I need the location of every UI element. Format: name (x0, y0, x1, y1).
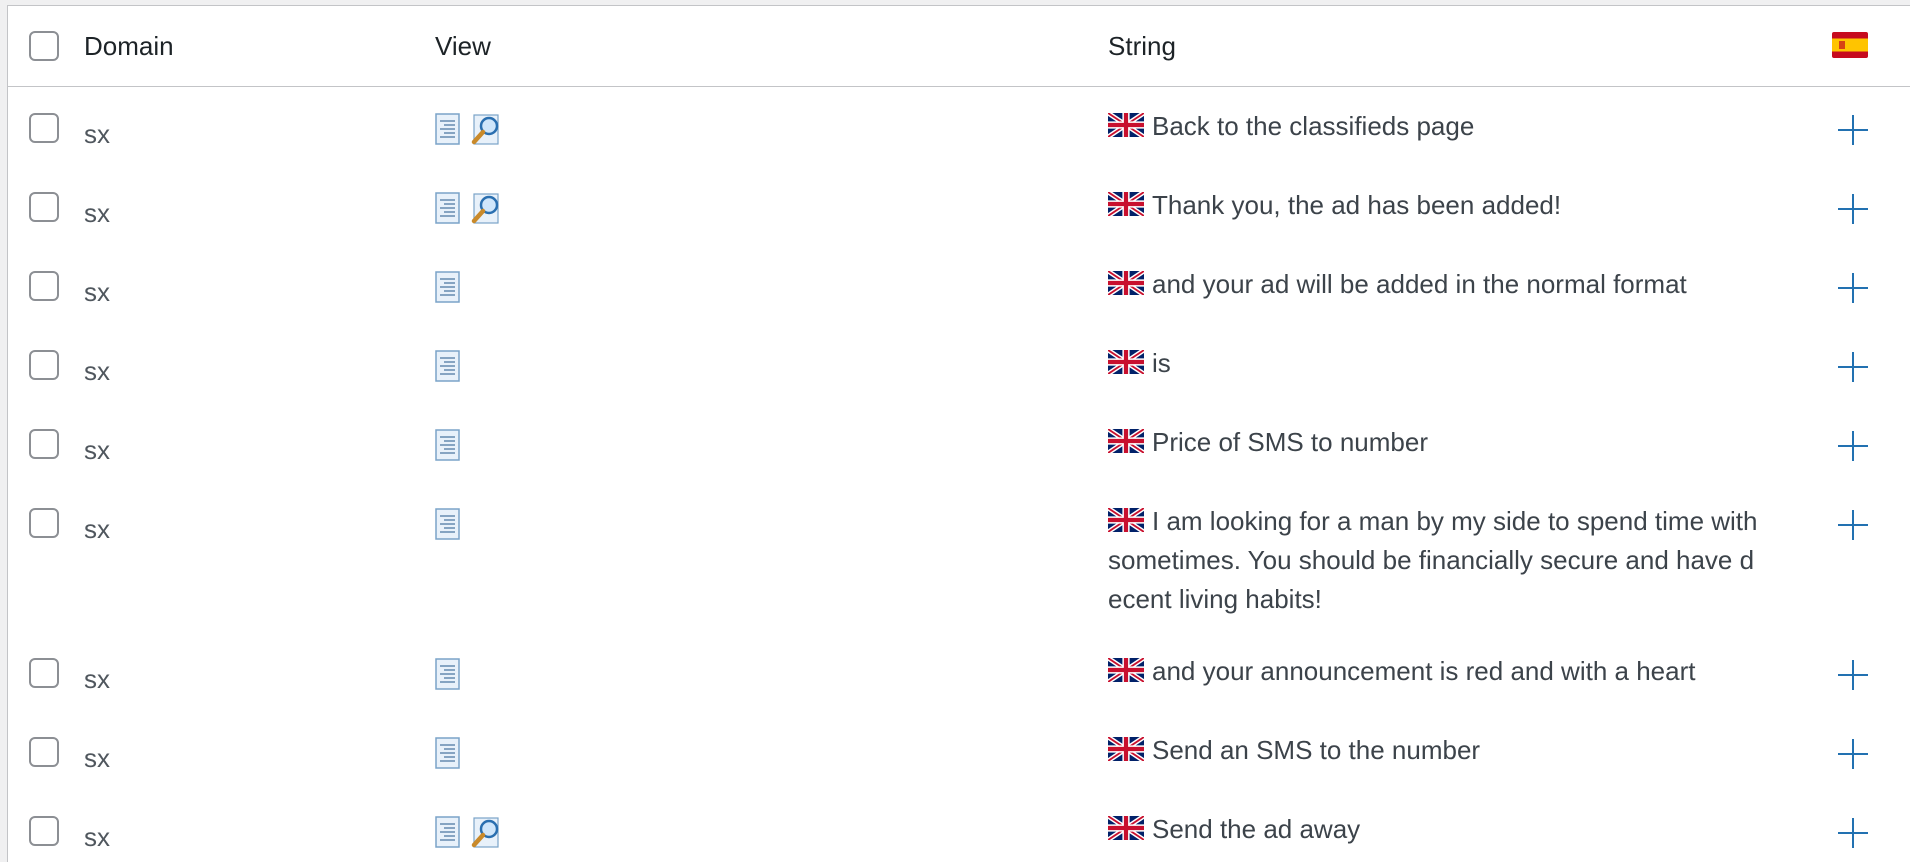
flag-uk-icon (1108, 816, 1144, 840)
table-row: sx Send an SMS to the number (8, 711, 1910, 790)
flag-uk-icon (1108, 658, 1144, 682)
view-cell (435, 711, 1108, 770)
view-column-header: View (435, 30, 491, 61)
view-cell (435, 87, 1108, 146)
add-translation-button[interactable] (1836, 508, 1870, 542)
document-icon[interactable] (435, 658, 461, 691)
view-cell (435, 245, 1108, 304)
table-row: sx is (8, 324, 1910, 403)
flag-uk-icon (1108, 508, 1144, 532)
table-row: sx Price of SMS to number (8, 403, 1910, 482)
row-checkbox[interactable] (29, 508, 59, 538)
add-translation-button[interactable] (1836, 113, 1870, 147)
flag-uk-icon (1108, 113, 1144, 137)
domain-cell: sx (84, 277, 110, 307)
domain-cell: sx (84, 664, 110, 694)
flag-uk-icon (1108, 429, 1144, 453)
table-body: sx Back to the classifieds page sx Thank yo… (8, 87, 1910, 862)
add-translation-button[interactable] (1836, 350, 1870, 384)
add-translation-button[interactable] (1836, 271, 1870, 305)
string-cell: Back to the classifieds page (1108, 87, 1798, 146)
table-row: sx Thank you, the ad has been added! (8, 166, 1910, 245)
document-icon[interactable] (435, 113, 461, 146)
add-translation-button[interactable] (1836, 737, 1870, 771)
add-translation-button[interactable] (1836, 429, 1870, 463)
domain-cell: sx (84, 435, 110, 465)
source-string: Back to the classifieds page (1152, 111, 1475, 141)
source-string: I am looking for a man by my side to spe… (1108, 506, 1758, 614)
table-row: sx and your announcement is red and with … (8, 632, 1910, 711)
flag-uk-icon (1108, 192, 1144, 216)
view-cell (435, 790, 1108, 849)
add-translation-button[interactable] (1836, 658, 1870, 692)
string-cell: Price of SMS to number (1108, 403, 1798, 462)
string-cell: I am looking for a man by my side to spe… (1108, 482, 1798, 619)
source-string: Send an SMS to the number (1152, 735, 1481, 765)
document-icon[interactable] (435, 271, 461, 304)
string-column-header[interactable]: String (1108, 27, 1798, 66)
document-icon[interactable] (435, 508, 461, 541)
magnifier-icon[interactable] (470, 192, 502, 225)
document-icon[interactable] (435, 350, 461, 383)
domain-cell: sx (84, 198, 110, 228)
source-string: and your ad will be added in the normal … (1152, 269, 1687, 299)
magnifier-icon[interactable] (470, 113, 502, 146)
row-checkbox[interactable] (29, 429, 59, 459)
flag-uk-icon (1108, 737, 1144, 761)
flag-es-icon (1832, 32, 1868, 58)
view-cell (435, 482, 1108, 541)
table-row: sx Back to the classifieds page (8, 87, 1910, 166)
row-checkbox[interactable] (29, 350, 59, 380)
add-translation-button[interactable] (1836, 816, 1870, 850)
source-string: Send the ad away (1152, 814, 1361, 844)
string-cell: and your ad will be added in the normal … (1108, 245, 1798, 304)
view-cell (435, 166, 1108, 225)
source-string: Price of SMS to number (1152, 427, 1428, 457)
string-cell: is (1108, 324, 1798, 383)
view-cell (435, 403, 1108, 462)
flag-uk-icon (1108, 271, 1144, 295)
domain-cell: sx (84, 743, 110, 773)
document-icon[interactable] (435, 816, 461, 849)
table-row: sx Send the ad away (8, 790, 1910, 862)
table-row: sx I am looking for a man by my side to s… (8, 482, 1910, 632)
document-icon[interactable] (435, 192, 461, 225)
string-cell: Thank you, the ad has been added! (1108, 166, 1798, 225)
select-all-checkbox[interactable] (29, 31, 59, 61)
string-cell: and your announcement is red and with a … (1108, 632, 1798, 691)
view-cell (435, 324, 1108, 383)
add-translation-button[interactable] (1836, 192, 1870, 226)
source-string: is (1152, 348, 1171, 378)
row-checkbox[interactable] (29, 113, 59, 143)
string-cell: Send the ad away (1108, 790, 1798, 849)
table-row: sx and your ad will be added in the norma… (8, 245, 1910, 324)
row-checkbox[interactable] (29, 658, 59, 688)
source-string: Thank you, the ad has been added! (1152, 190, 1562, 220)
magnifier-icon[interactable] (470, 816, 502, 849)
strings-table: Domain View String sx Back to the classif… (7, 5, 1910, 862)
domain-cell: sx (84, 119, 110, 149)
domain-cell: sx (84, 514, 110, 544)
row-checkbox[interactable] (29, 271, 59, 301)
row-checkbox[interactable] (29, 816, 59, 846)
row-checkbox[interactable] (29, 737, 59, 767)
document-icon[interactable] (435, 737, 461, 770)
domain-cell: sx (84, 356, 110, 386)
table-header: Domain View String (8, 6, 1910, 87)
domain-column-header[interactable]: Domain (84, 27, 435, 66)
domain-cell: sx (84, 822, 110, 852)
view-cell (435, 632, 1108, 691)
flag-uk-icon (1108, 350, 1144, 374)
source-string: and your announcement is red and with a … (1152, 656, 1696, 686)
document-icon[interactable] (435, 429, 461, 462)
string-cell: Send an SMS to the number (1108, 711, 1798, 770)
row-checkbox[interactable] (29, 192, 59, 222)
